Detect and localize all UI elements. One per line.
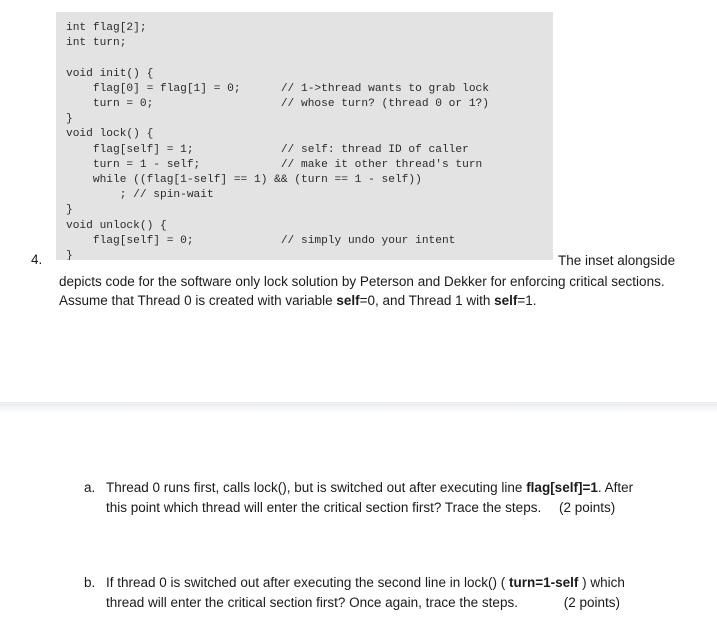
intro-text-line-1: The inset alongside (558, 253, 676, 268)
intro-paragraph: depicts code for the software only lock … (59, 272, 714, 310)
question-a-marker: a. (84, 480, 96, 495)
code-listing: int flag[2]; int turn; void init() { fla… (66, 22, 489, 260)
code-inset-block: int flag[2]; int turn; void init() { fla… (56, 12, 553, 260)
question-b-part-2: ) which (578, 575, 625, 590)
question-a-part-3: this point which thread will enter the c… (106, 499, 542, 515)
question-a-text: Thread 0 runs first, calls lock(), but i… (106, 478, 706, 517)
question-b-part-3: thread will enter the critical section f… (106, 594, 518, 610)
question-a-points: (2 points) (558, 499, 616, 515)
intro-line3-part-c: =0, and Thread 1 with (359, 293, 495, 308)
question-b-text: If thread 0 is switched out after execut… (106, 573, 706, 612)
question-a-code-flag: flag[self]=1 (526, 480, 598, 495)
question-a-part-2: . After (597, 480, 634, 495)
document-page-top: int flag[2]; int turn; void init() { fla… (0, 0, 717, 403)
question-number-4: 4. (31, 252, 43, 267)
question-b-points: (2 points) (563, 594, 620, 610)
intro-text-line-2: depicts code for the software only lock … (59, 274, 608, 289)
question-b-marker: b. (84, 575, 96, 590)
intro-self-keyword-1: self (336, 293, 360, 308)
question-b-code-turn: turn=1-self (508, 575, 579, 590)
intro-self-keyword-2: self (494, 293, 518, 308)
intro-line3-part-e: =1. (517, 293, 537, 308)
question-a-part-1: Thread 0 runs first, calls lock(), but i… (106, 480, 527, 495)
question-b-part-1: If thread 0 is switched out after execut… (106, 575, 509, 590)
page-break-separator (0, 402, 717, 412)
